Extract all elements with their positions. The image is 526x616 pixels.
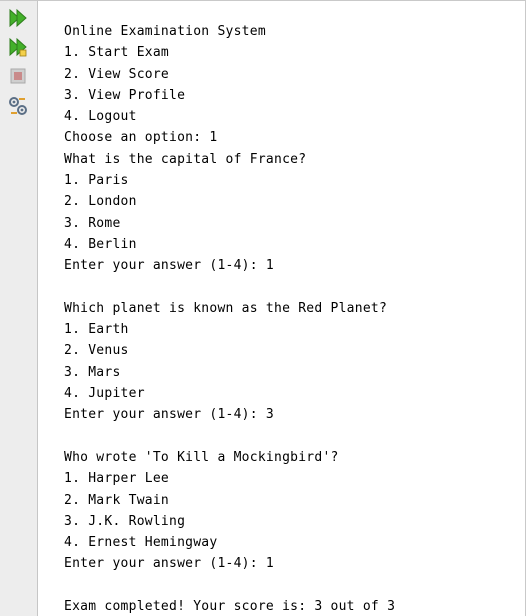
console-line: What is the capital of France? — [64, 151, 307, 167]
settings-button[interactable] — [7, 95, 29, 117]
console-line: 3. Mars — [64, 364, 121, 380]
output-toolbar — [0, 1, 38, 616]
console-line: 2. View Score — [64, 66, 169, 82]
console-line: 2. Mark Twain — [64, 492, 169, 508]
settings-icon — [9, 97, 27, 115]
console-line: Enter your answer (1-4): 3 — [64, 407, 274, 423]
stop-icon — [10, 68, 26, 84]
console-line: Online Examination System — [64, 24, 266, 39]
console-line: 4. Ernest Hemingway — [64, 535, 218, 551]
rerun-with-options-button[interactable] — [7, 36, 29, 58]
console-line: Enter your answer (1-4): 1 — [64, 556, 274, 572]
console-line: 3. J.K. Rowling — [64, 513, 186, 529]
rerun-button[interactable] — [7, 7, 29, 29]
console-line: 1. Paris — [64, 173, 129, 189]
console-line: 3. View Profile — [64, 87, 186, 103]
rerun-with-options-icon — [9, 37, 27, 57]
output-window: Online Examination System 1. Start Exam 2.… — [0, 0, 526, 616]
console-line: 2. Venus — [64, 343, 129, 359]
console-line: 1. Start Exam — [64, 45, 169, 61]
console-line: 1. Harper Lee — [64, 471, 169, 487]
console-line: Exam completed! Your score is: 3 out of … — [64, 599, 396, 615]
console-line: Which planet is known as the Red Planet? — [64, 300, 388, 316]
console-line: 3. Rome — [64, 215, 121, 231]
console-line: 2. London — [64, 194, 137, 210]
console-output[interactable]: Online Examination System 1. Start Exam 2.… — [38, 1, 525, 616]
console-line: Choose an option: 1 — [64, 130, 218, 146]
stop-button[interactable] — [7, 65, 29, 87]
console-line: 4. Berlin — [64, 236, 137, 252]
console-line: 4. Logout — [64, 109, 137, 125]
rerun-icon — [9, 8, 27, 28]
console-line: 1. Earth — [64, 322, 129, 338]
console-line: Who wrote 'To Kill a Mockingbird'? — [64, 449, 339, 465]
console-line: Enter your answer (1-4): 1 — [64, 258, 274, 274]
console-line: 4. Jupiter — [64, 386, 145, 402]
